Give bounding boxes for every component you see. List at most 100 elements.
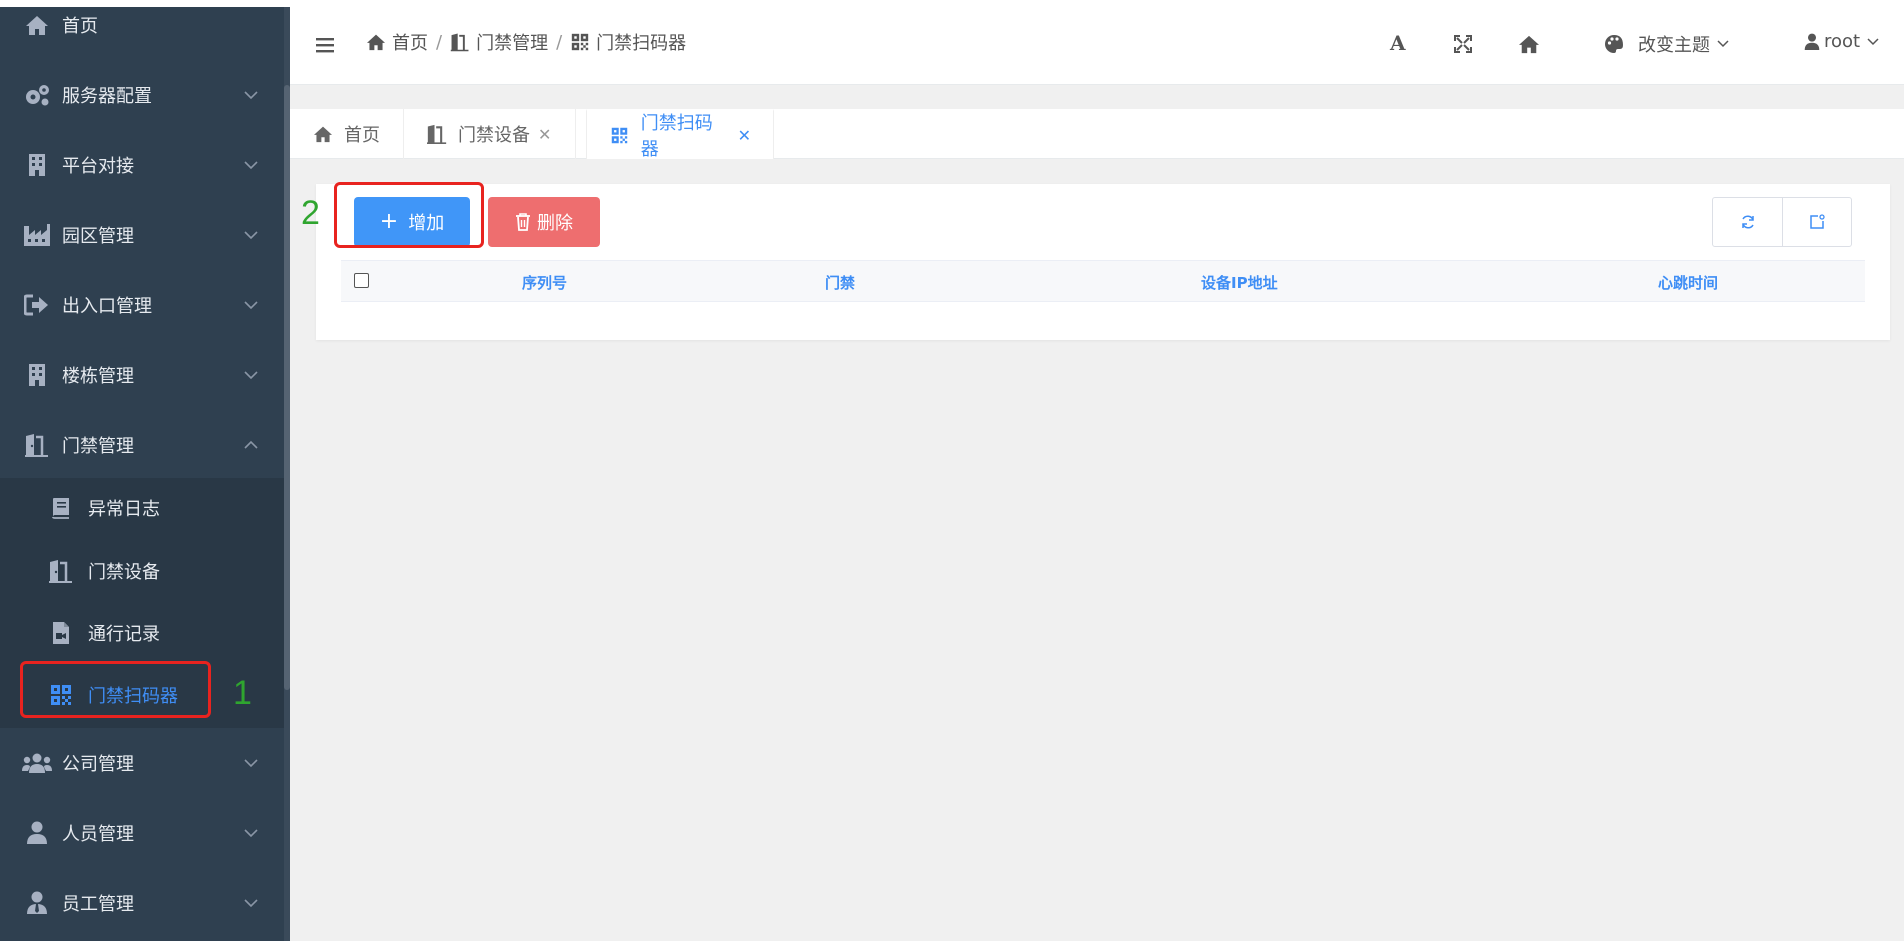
chevron-down-icon bbox=[244, 759, 258, 768]
refresh-button[interactable] bbox=[1713, 198, 1782, 246]
sidebar-item-label: 门禁管理 bbox=[62, 436, 134, 457]
door-icon bbox=[22, 430, 52, 460]
sidebar-item-label: 平台对接 bbox=[62, 156, 134, 177]
sidebar-subitem-label: 异常日志 bbox=[88, 499, 160, 520]
sidebar-item-label: 园区管理 bbox=[62, 226, 134, 247]
home-icon[interactable] bbox=[1518, 34, 1540, 54]
sign-out-icon bbox=[22, 290, 52, 320]
chevron-down-icon bbox=[1867, 37, 1879, 45]
sidebar-item-label: 首页 bbox=[62, 16, 98, 37]
sidebar-item-employee[interactable]: 员工管理 bbox=[0, 868, 284, 938]
top-header: 首页 / 门禁管理 / 门禁扫码器 A 改变主题 root bbox=[290, 7, 1904, 85]
home-icon bbox=[22, 10, 52, 40]
sidebar-subitem-label: 通行记录 bbox=[88, 624, 160, 645]
building-icon bbox=[22, 150, 52, 180]
trash-icon bbox=[516, 213, 530, 231]
column-header-device-ip[interactable]: 设备IP地址 bbox=[1201, 261, 1278, 303]
sidebar-subitem-access-device[interactable]: 门禁设备 bbox=[0, 541, 284, 601]
door-icon bbox=[426, 123, 448, 145]
breadcrumb-separator: / bbox=[436, 31, 443, 53]
sidebar-item-home[interactable]: 首页 bbox=[0, 0, 284, 60]
home-icon bbox=[366, 32, 386, 52]
breadcrumb: 首页 / 门禁管理 / 门禁扫码器 bbox=[366, 29, 686, 55]
book-icon bbox=[48, 495, 74, 521]
hamburger-menu-icon[interactable] bbox=[316, 37, 334, 53]
fullscreen-icon[interactable] bbox=[1454, 35, 1472, 53]
qrcode-icon bbox=[609, 124, 631, 146]
export-button[interactable] bbox=[1782, 198, 1851, 246]
chevron-down-icon bbox=[244, 231, 258, 240]
tab-label: 门禁设备 bbox=[458, 125, 530, 146]
sidebar-item-label: 楼栋管理 bbox=[62, 366, 134, 387]
column-header-heartbeat-time[interactable]: 心跳时间 bbox=[1658, 261, 1718, 303]
building-icon bbox=[22, 360, 52, 390]
delete-button[interactable]: 删除 bbox=[488, 197, 600, 247]
sidebar-item-entrance[interactable]: 出入口管理 bbox=[0, 270, 284, 340]
highlight-box-add-button bbox=[334, 182, 484, 248]
column-header-access[interactable]: 门禁 bbox=[825, 261, 855, 303]
sidebar-item-platform[interactable]: 平台对接 bbox=[0, 130, 284, 200]
tab-label: 门禁扫码器 bbox=[640, 113, 713, 160]
sidebar-item-label: 出入口管理 bbox=[62, 296, 152, 317]
highlight-box-sidebar bbox=[20, 661, 211, 718]
users-icon bbox=[22, 748, 52, 778]
chevron-down-icon bbox=[244, 371, 258, 380]
tab-home[interactable]: 首页 bbox=[290, 109, 404, 159]
sidebar-subitem-pass-record[interactable]: 通行记录 bbox=[0, 603, 284, 663]
chevron-up-icon bbox=[244, 440, 258, 449]
chevron-down-icon bbox=[244, 829, 258, 838]
chevron-down-icon bbox=[244, 91, 258, 100]
video-file-icon bbox=[48, 620, 74, 646]
sidebar-subitem-error-log[interactable]: 异常日志 bbox=[0, 478, 284, 538]
tab-access-device[interactable]: 门禁设备 ✕ bbox=[404, 109, 576, 159]
gears-icon bbox=[22, 80, 52, 110]
sidebar-item-label: 人员管理 bbox=[62, 824, 134, 845]
tab-qr-scanner[interactable]: 门禁扫码器 ✕ bbox=[586, 109, 774, 160]
font-size-icon[interactable]: A bbox=[1390, 31, 1406, 55]
chevron-down-icon bbox=[1717, 40, 1729, 48]
select-all-checkbox[interactable] bbox=[354, 273, 369, 288]
sidebar-item-personnel[interactable]: 人员管理 bbox=[0, 798, 284, 868]
sidebar: 首页 服务器配置 平台对接 园区管理 出入口管理 楼栋管理 门禁管理 异常日志 … bbox=[0, 0, 290, 941]
chevron-down-icon bbox=[244, 899, 258, 908]
breadcrumb-item-home[interactable]: 首页 bbox=[392, 29, 428, 55]
annotation-marker-2: 2 bbox=[301, 194, 320, 232]
home-icon bbox=[312, 123, 334, 145]
sidebar-item-label: 服务器配置 bbox=[62, 86, 152, 107]
user-menu[interactable]: root bbox=[1804, 31, 1880, 52]
close-icon[interactable]: ✕ bbox=[538, 125, 551, 144]
user-icon bbox=[1804, 33, 1820, 50]
breadcrumb-item-access-control[interactable]: 门禁管理 bbox=[476, 29, 548, 55]
sidebar-item-server-config[interactable]: 服务器配置 bbox=[0, 60, 284, 130]
door-icon bbox=[450, 32, 470, 52]
user-name: root bbox=[1824, 31, 1861, 52]
industry-icon bbox=[22, 220, 52, 250]
theme-label: 改变主题 bbox=[1638, 35, 1710, 56]
sidebar-item-company[interactable]: 公司管理 bbox=[0, 728, 284, 798]
theme-switcher[interactable]: 改变主题 bbox=[1604, 31, 1730, 57]
refresh-icon bbox=[1741, 215, 1754, 229]
tab-label: 首页 bbox=[344, 125, 380, 146]
qrcode-icon bbox=[570, 32, 590, 52]
door-icon bbox=[48, 558, 74, 584]
column-header-serial[interactable]: 序列号 bbox=[522, 261, 567, 303]
sidebar-subitem-label: 门禁设备 bbox=[88, 562, 160, 583]
table-tools bbox=[1712, 197, 1852, 247]
sidebar-item-park[interactable]: 园区管理 bbox=[0, 200, 284, 270]
close-icon[interactable]: ✕ bbox=[738, 126, 751, 145]
table-header: 序列号 门禁 设备IP地址 心跳时间 bbox=[341, 260, 1865, 302]
user-tie-icon bbox=[22, 888, 52, 918]
sidebar-item-building[interactable]: 楼栋管理 bbox=[0, 340, 284, 410]
annotation-marker-1: 1 bbox=[233, 674, 252, 712]
sidebar-item-label: 公司管理 bbox=[62, 754, 134, 775]
top-strip bbox=[0, 0, 1904, 7]
sidebar-item-access-control[interactable]: 门禁管理 bbox=[0, 410, 284, 480]
delete-button-label: 删除 bbox=[537, 213, 573, 234]
tab-bar: 首页 门禁设备 ✕ 门禁扫码器 ✕ bbox=[290, 109, 1904, 160]
chevron-down-icon bbox=[244, 161, 258, 170]
export-icon bbox=[1810, 214, 1825, 229]
content-panel: + 增加 删除 序列号 门禁 设备IP地址 心跳时间 bbox=[316, 184, 1890, 340]
sidebar-scrollbar[interactable] bbox=[284, 85, 290, 690]
palette-icon bbox=[1605, 35, 1623, 53]
breadcrumb-separator: / bbox=[556, 31, 563, 53]
